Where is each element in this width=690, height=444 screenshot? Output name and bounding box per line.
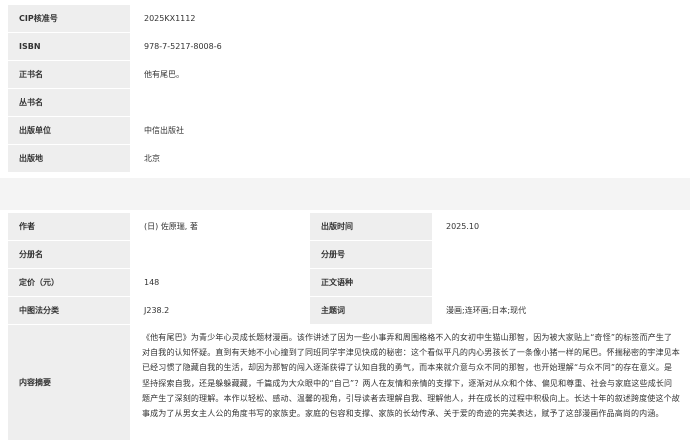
detail-value: J238.2	[144, 306, 170, 315]
info-value: 中信出版社	[144, 126, 184, 135]
detail-label: 作者	[8, 213, 130, 240]
detail-row: 中图法分类 J238.2 主题词 漫画;连环画;日本;现代	[8, 297, 690, 324]
detail-row: 定价（元） 148 正文语种	[8, 269, 690, 296]
info-row: 丛书名	[8, 89, 690, 116]
detail-label: 分册号	[310, 241, 432, 268]
info-label: ISBN	[8, 33, 130, 60]
info-label: 丛书名	[8, 89, 130, 116]
detail-value	[432, 269, 690, 296]
info-row: 正书名 他有尾巴。	[8, 61, 690, 88]
info-label: 出版地	[8, 145, 130, 172]
info-row: 出版单位 中信出版社	[8, 117, 690, 144]
detail-label: 出版时间	[310, 213, 432, 240]
cip-basic-info-panel: CIP核准号 2025KX1112 ISBN 978-7-5217-8008-6…	[0, 0, 690, 178]
detail-label: 分册名	[8, 241, 130, 268]
info-row: CIP核准号 2025KX1112	[8, 5, 690, 32]
info-label: 正书名	[8, 61, 130, 88]
info-value: 他有尾巴。	[144, 70, 184, 79]
cip-detail-info-panel: 作者 (日) 佐原瑞, 著 出版时间 2025.10 分册名 分册号 定价（元）…	[0, 210, 690, 444]
summary-text: 《他有尾巴》为青少年心灵成长题材漫画。该作讲述了因为一些小事弄和周围格格不入的女…	[142, 333, 680, 419]
detail-label: 主题词	[310, 297, 432, 324]
section-divider	[0, 178, 690, 210]
info-label: CIP核准号	[8, 5, 130, 32]
detail-value	[432, 241, 690, 268]
detail-label: 中图法分类	[8, 297, 130, 324]
detail-value: 2025.10	[446, 222, 480, 231]
info-row: ISBN 978-7-5217-8008-6	[8, 33, 690, 60]
detail-label: 正文语种	[310, 269, 432, 296]
detail-value: 漫画;连环画;日本;现代	[446, 306, 527, 315]
detail-row: 分册名 分册号	[8, 241, 690, 268]
info-value: 978-7-5217-8008-6	[144, 42, 222, 51]
info-value	[130, 89, 690, 116]
detail-row: 作者 (日) 佐原瑞, 著 出版时间 2025.10	[8, 213, 690, 240]
info-value: 北京	[144, 154, 160, 163]
info-value: 2025KX1112	[144, 14, 196, 23]
detail-label: 定价（元）	[8, 269, 130, 296]
detail-value: (日) 佐原瑞, 著	[144, 222, 198, 231]
summary-label: 内容摘要	[8, 325, 130, 440]
info-label: 出版单位	[8, 117, 130, 144]
summary-row: 内容摘要 《他有尾巴》为青少年心灵成长题材漫画。该作讲述了因为一些小事弄和周围格…	[8, 325, 690, 440]
info-row: 出版地 北京	[8, 145, 690, 172]
detail-value	[130, 241, 310, 268]
detail-value: 148	[144, 278, 160, 287]
